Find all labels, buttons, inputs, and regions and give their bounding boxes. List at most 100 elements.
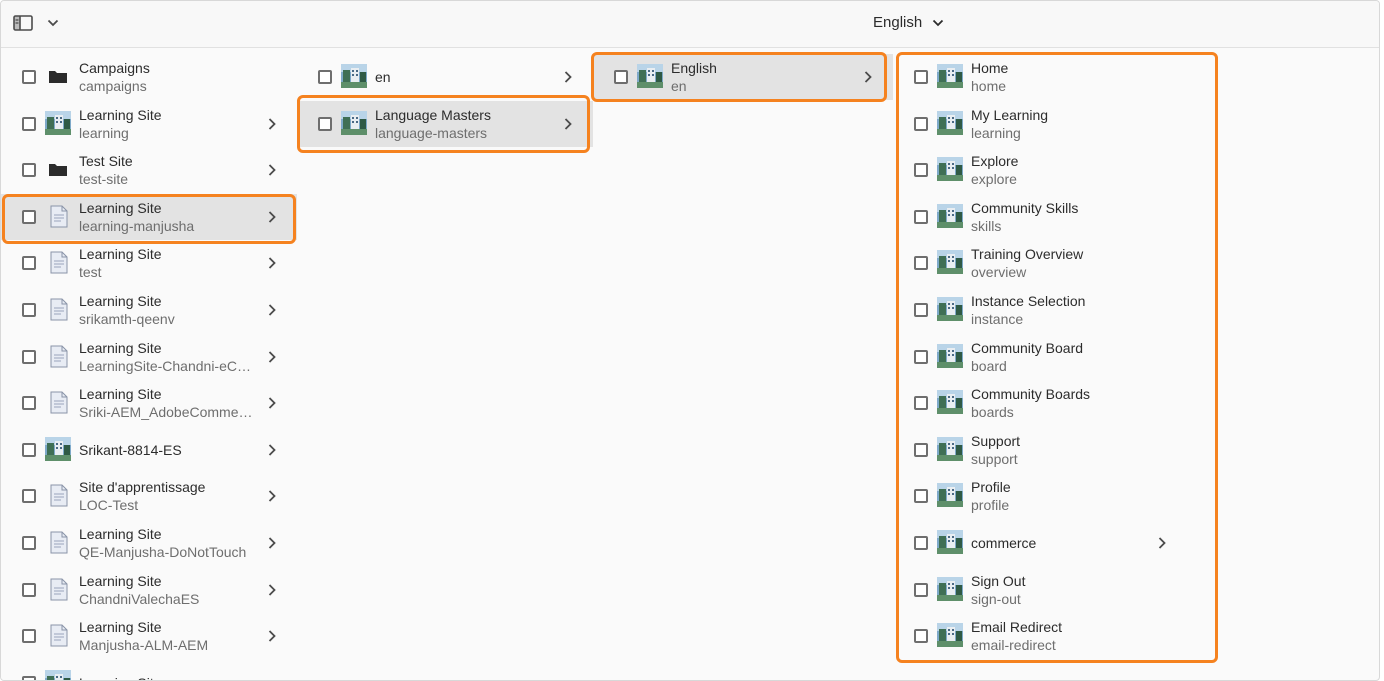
- item-node-name: skills: [971, 217, 1002, 234]
- select-checkbox[interactable]: [914, 70, 928, 84]
- item-title: Site d'apprentissage: [79, 479, 206, 496]
- list-item-board[interactable]: Community Board board: [893, 334, 1223, 380]
- chevron-right-icon[interactable]: [267, 583, 277, 597]
- item-node-name: srikamth-qeenv: [79, 311, 175, 327]
- list-item-commerce[interactable]: commerce: [893, 520, 1223, 566]
- select-checkbox[interactable]: [914, 256, 928, 271]
- list-item-test[interactable]: Learning Site test: [1, 240, 297, 286]
- chevron-right-icon[interactable]: [267, 536, 277, 550]
- select-checkbox[interactable]: [914, 629, 928, 644]
- select-checkbox[interactable]: [318, 70, 332, 84]
- select-checkbox[interactable]: [914, 349, 928, 364]
- chevron-right-icon[interactable]: [267, 256, 277, 270]
- item-node-name: Manjusha-ALM-AEM: [79, 637, 209, 654]
- select-checkbox[interactable]: [22, 582, 36, 597]
- site-thumbnail-icon: [937, 64, 963, 88]
- list-item-learningsite-chandni-ecom[interactable]: Learning Site LearningSite-Chandni-eCom..…: [1, 334, 297, 380]
- select-checkbox[interactable]: [914, 442, 928, 457]
- item-node-name: en: [671, 78, 687, 94]
- list-item-chandnivalechaes[interactable]: Learning Site ChandniValechaES: [1, 567, 297, 613]
- chevron-right-icon[interactable]: [267, 163, 277, 177]
- chevron-right-icon[interactable]: [563, 117, 573, 131]
- item-text: Email Redirect email-redirect: [971, 618, 1183, 654]
- list-item-manjusha-alm-aem[interactable]: Learning Site Manjusha-ALM-AEM: [1, 613, 297, 659]
- item-title: Support: [971, 432, 1021, 449]
- list-item-learning-manjusha[interactable]: Learning Site learning-manjusha: [1, 193, 297, 240]
- item-title: Learning Site: [79, 674, 257, 680]
- list-item-srikamth-qeenv[interactable]: Learning Site srikamth-qeenv: [1, 287, 297, 333]
- item-title: Learning Site: [79, 293, 162, 309]
- chevron-right-icon[interactable]: [267, 350, 277, 364]
- list-item-learning[interactable]: Learning Site learning: [1, 101, 297, 147]
- select-checkbox[interactable]: [914, 396, 928, 411]
- list-item-email-redirect[interactable]: Email Redirect email-redirect: [893, 613, 1223, 659]
- language-selector[interactable]: English: [873, 14, 944, 31]
- list-item-test-site[interactable]: Test Site test-site: [1, 147, 297, 193]
- list-item-en[interactable]: en: [297, 54, 593, 100]
- select-checkbox[interactable]: [22, 209, 36, 224]
- list-item-sriki-aem-adobecommerce[interactable]: Learning Site Sriki-AEM_AdobeCommerce: [1, 380, 297, 426]
- list-item-boards[interactable]: Community Boards boards: [893, 380, 1223, 426]
- select-checkbox[interactable]: [914, 209, 928, 224]
- chevron-right-icon[interactable]: [267, 443, 277, 457]
- list-item-learning-site[interactable]: Learning Site: [1, 660, 297, 680]
- select-checkbox[interactable]: [22, 489, 36, 504]
- chevron-right-icon[interactable]: [267, 629, 277, 643]
- list-item-srikant-8814-es[interactable]: Srikant-8814-ES: [1, 427, 297, 473]
- select-checkbox[interactable]: [914, 116, 928, 131]
- list-item-campaigns[interactable]: Campaigns campaigns: [1, 54, 297, 100]
- site-thumbnail-icon: [45, 669, 71, 680]
- select-checkbox[interactable]: [22, 349, 36, 364]
- chevron-right-icon[interactable]: [267, 489, 277, 503]
- chevron-right-icon[interactable]: [863, 70, 873, 84]
- item-title: My Learning: [971, 106, 1049, 123]
- select-checkbox[interactable]: [914, 582, 928, 597]
- item-node-name: home: [971, 78, 1007, 94]
- list-item-language-masters[interactable]: Language Masters language-masters: [297, 100, 593, 147]
- select-checkbox[interactable]: [22, 675, 36, 680]
- list-item-overview[interactable]: Training Overview overview: [893, 240, 1223, 286]
- select-checkbox[interactable]: [614, 70, 628, 84]
- select-checkbox[interactable]: [914, 536, 928, 550]
- rail-toggle-button[interactable]: [13, 15, 59, 31]
- chevron-right-icon[interactable]: [267, 396, 277, 410]
- select-checkbox[interactable]: [914, 163, 928, 178]
- item-node-name: QE-Manjusha-DoNotTouch: [79, 544, 247, 560]
- item-text: Learning Site test: [79, 245, 257, 281]
- select-checkbox[interactable]: [22, 70, 36, 84]
- list-item-sign-out[interactable]: Sign Out sign-out: [893, 567, 1223, 613]
- chevron-right-icon[interactable]: [1157, 536, 1167, 550]
- column-english-pages: Home home My Learning learning Explore explor…: [893, 49, 1223, 680]
- list-item-home[interactable]: Home home: [893, 54, 1223, 100]
- list-item-skills[interactable]: Community Skills skills: [893, 194, 1223, 240]
- select-checkbox[interactable]: [318, 116, 332, 131]
- chevron-right-icon[interactable]: [563, 70, 573, 84]
- list-item-qe-manjusha-donottouch[interactable]: Learning Site QE-Manjusha-DoNotTouch: [1, 520, 297, 566]
- item-text: Language Masters language-masters: [375, 106, 553, 142]
- rail-icon: [13, 15, 33, 31]
- list-item-profile[interactable]: Profile profile: [893, 473, 1223, 519]
- select-checkbox[interactable]: [22, 116, 36, 131]
- chevron-right-icon[interactable]: [267, 210, 277, 224]
- list-item-en[interactable]: English en: [593, 54, 893, 100]
- item-title: Learning Site: [79, 619, 162, 636]
- select-checkbox[interactable]: [22, 536, 36, 550]
- item-title: Sign Out: [971, 572, 1026, 589]
- select-checkbox[interactable]: [22, 163, 36, 178]
- select-checkbox[interactable]: [22, 442, 36, 457]
- list-item-learning[interactable]: My Learning learning: [893, 101, 1223, 147]
- item-title: Language Masters: [375, 106, 491, 123]
- list-item-instance[interactable]: Instance Selection instance: [893, 287, 1223, 333]
- chevron-right-icon[interactable]: [267, 117, 277, 131]
- chevron-right-icon[interactable]: [267, 303, 277, 317]
- select-checkbox[interactable]: [914, 303, 928, 317]
- select-checkbox[interactable]: [22, 396, 36, 411]
- list-item-explore[interactable]: Explore explore: [893, 147, 1223, 193]
- list-item-support[interactable]: Support support: [893, 427, 1223, 473]
- item-title: Community Boards: [971, 386, 1091, 403]
- select-checkbox[interactable]: [22, 256, 36, 271]
- select-checkbox[interactable]: [22, 629, 36, 644]
- select-checkbox[interactable]: [914, 489, 928, 504]
- list-item-loc-test[interactable]: Site d'apprentissage LOC-Test: [1, 473, 297, 519]
- select-checkbox[interactable]: [22, 303, 36, 317]
